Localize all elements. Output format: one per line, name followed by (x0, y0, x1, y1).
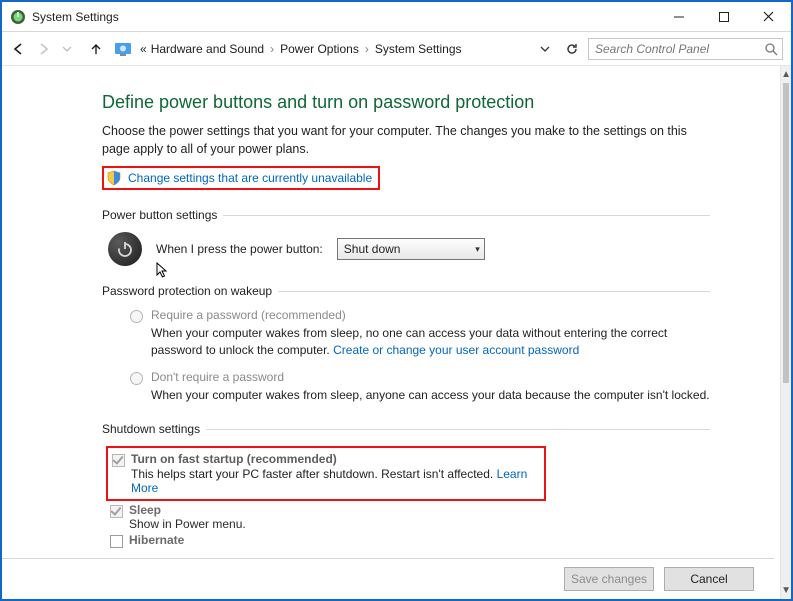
require-password-desc: When your computer wakes from sleep, no … (151, 325, 710, 360)
breadcrumb-prefix: « (140, 42, 147, 56)
forward-button[interactable] (36, 41, 54, 57)
dont-require-desc: When your computer wakes from sleep, any… (151, 387, 710, 404)
section-password: Password protection on wakeup (102, 284, 710, 298)
recent-dropdown-icon[interactable] (62, 44, 80, 54)
control-panel-icon (114, 40, 132, 58)
highlight-change-settings: Change settings that are currently unava… (102, 166, 380, 190)
dont-require-label: Don't require a password (151, 370, 284, 384)
checkbox-fast-startup (112, 454, 125, 467)
require-password-label: Require a password (recommended) (151, 308, 346, 322)
scroll-down-icon[interactable]: ▼ (781, 582, 791, 599)
breadcrumb[interactable]: « Hardware and Sound › Power Options › S… (140, 42, 556, 56)
breadcrumb-hardware[interactable]: Hardware and Sound (151, 42, 264, 56)
breadcrumb-system-settings[interactable]: System Settings (375, 42, 462, 56)
navbar: « Hardware and Sound › Power Options › S… (2, 32, 791, 66)
scrollbar[interactable]: ▲ ▼ (780, 66, 791, 599)
create-password-link[interactable]: Create or change your user account passw… (333, 343, 579, 357)
chevron-right-icon: › (363, 42, 371, 56)
sleep-label: Sleep (129, 503, 161, 517)
section-shutdown: Shutdown settings (102, 422, 710, 436)
titlebar: System Settings (2, 2, 791, 32)
scroll-thumb[interactable] (783, 83, 789, 383)
hibernate-label: Hibernate (129, 533, 184, 547)
window-controls (656, 2, 791, 31)
fast-startup-desc: This helps start your PC faster after sh… (131, 467, 497, 481)
checkbox-sleep (110, 505, 123, 518)
shield-icon (106, 170, 122, 186)
minimize-button[interactable] (656, 2, 701, 31)
chevron-down-icon: ▾ (475, 244, 480, 255)
content-pane: Define power buttons and turn on passwor… (2, 66, 780, 599)
app-icon (10, 9, 26, 25)
search-input[interactable]: Search Control Panel (588, 38, 783, 60)
power-button-label: When I press the power button: (156, 242, 323, 256)
cancel-button[interactable]: Cancel (664, 567, 754, 591)
refresh-button[interactable] (564, 41, 580, 57)
chevron-right-icon: › (268, 42, 276, 56)
maximize-button[interactable] (701, 2, 746, 31)
back-button[interactable] (10, 41, 28, 57)
radio-dont-require-password (130, 372, 143, 385)
radio-require-password (130, 310, 143, 323)
footer: Save changes Cancel (2, 558, 774, 599)
fast-startup-label: Turn on fast startup (recommended) (131, 452, 337, 466)
power-icon (108, 232, 142, 266)
up-button[interactable] (88, 41, 106, 57)
window-title: System Settings (32, 10, 119, 24)
breadcrumb-power-options[interactable]: Power Options (280, 42, 359, 56)
search-icon[interactable] (764, 42, 778, 56)
address-dropdown-icon[interactable] (540, 44, 556, 54)
power-button-value: Shut down (344, 242, 475, 256)
close-button[interactable] (746, 2, 791, 31)
section-power-button: Power button settings (102, 208, 710, 222)
save-button[interactable]: Save changes (564, 567, 654, 591)
checkbox-hibernate (110, 535, 123, 548)
search-placeholder: Search Control Panel (595, 42, 764, 56)
sleep-desc: Show in Power menu. (129, 517, 710, 531)
page-title: Define power buttons and turn on passwor… (102, 92, 710, 113)
change-settings-link[interactable]: Change settings that are currently unava… (128, 171, 372, 185)
power-button-select[interactable]: Shut down ▾ (337, 238, 485, 260)
page-description: Choose the power settings that you want … (102, 123, 710, 158)
highlight-fast-startup: Turn on fast startup (recommended) This … (106, 446, 546, 501)
scroll-up-icon[interactable]: ▲ (781, 66, 791, 83)
